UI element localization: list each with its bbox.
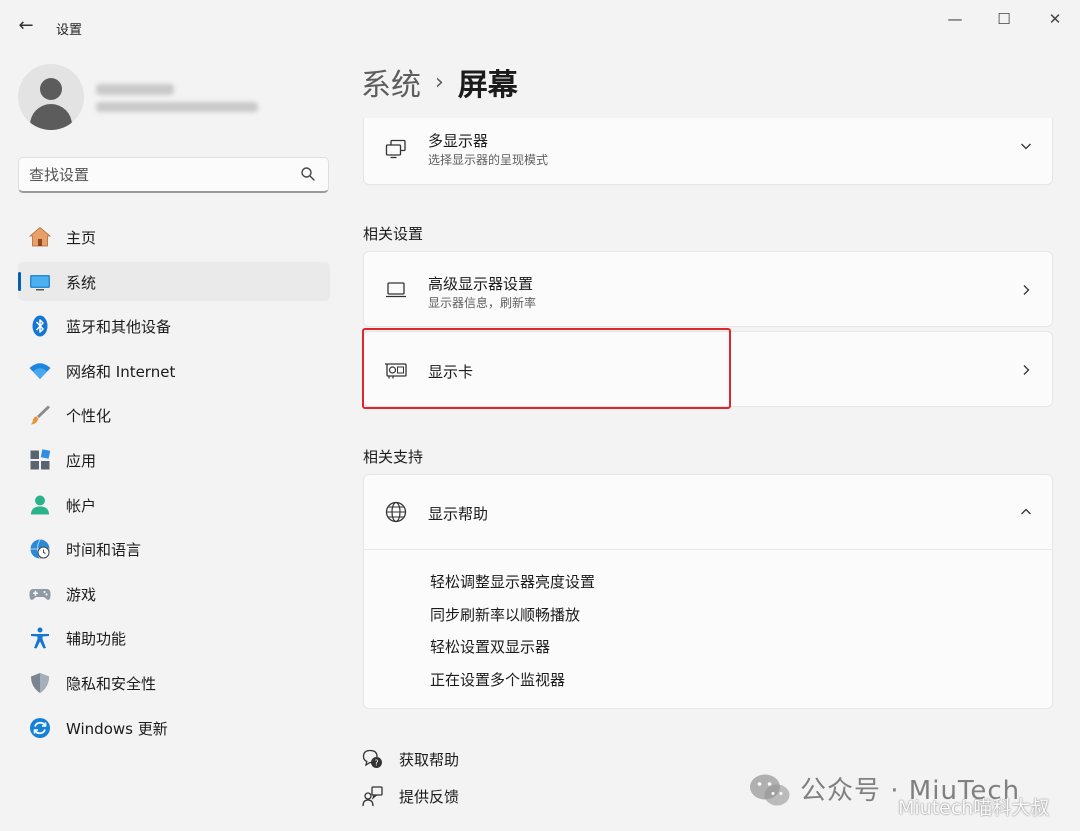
sidebar-item-home[interactable]: 主页 <box>18 217 330 256</box>
watermark-line2: Miutech喵科大叔 <box>898 797 1050 819</box>
sidebar-item-accounts[interactable]: 帐户 <box>18 485 330 524</box>
shield-icon <box>31 672 49 693</box>
sidebar-item-label: 帐户 <box>66 496 97 515</box>
divider <box>363 549 1053 550</box>
help-chat-icon: ? <box>362 749 382 768</box>
chevron-down-icon[interactable] <box>1018 138 1034 154</box>
sidebar-item-time-language[interactable]: 时间和语言 <box>18 529 330 568</box>
feedback-label: 提供反馈 <box>399 788 460 806</box>
chevron-right-icon[interactable] <box>1018 282 1034 298</box>
blurred-user-email <box>96 102 258 112</box>
related-support-heading: 相关支持 <box>363 448 424 466</box>
wifi-icon <box>29 363 51 379</box>
multi-display-title: 多显示器 <box>428 132 489 150</box>
laptop-icon <box>386 282 406 298</box>
sidebar-item-label: 网络和 Internet <box>66 362 176 381</box>
sidebar-item-label: 个性化 <box>66 407 112 426</box>
multi-display-card[interactable]: 多显示器 选择显示器的呈现模式 <box>363 118 1053 185</box>
advanced-display-title: 高级显示器设置 <box>428 275 534 293</box>
sidebar-item-label: 游戏 <box>66 585 97 604</box>
wechat-icon <box>750 774 790 806</box>
breadcrumb-parent[interactable]: 系统 <box>361 68 421 103</box>
highlight-box <box>362 328 731 409</box>
sidebar-item-label: 辅助功能 <box>66 630 127 649</box>
maximize-icon: ☐ <box>997 10 1011 28</box>
close-icon: ✕ <box>1048 10 1062 28</box>
minimize-button[interactable]: — <box>938 6 972 32</box>
app-title: 设置 <box>56 23 83 38</box>
get-help-label: 获取帮助 <box>399 751 460 769</box>
close-button[interactable]: ✕ <box>1038 6 1072 32</box>
advanced-display-subtitle: 显示器信息，刷新率 <box>428 296 537 310</box>
search-icon[interactable] <box>300 166 316 182</box>
sidebar-item-privacy[interactable]: 隐私和安全性 <box>18 663 330 702</box>
avatar[interactable] <box>18 64 84 130</box>
search-input[interactable] <box>29 165 289 185</box>
sidebar-item-personalization[interactable]: 个性化 <box>18 395 330 434</box>
sidebar-item-label: 系统 <box>66 273 97 292</box>
windows-update-icon <box>30 717 50 738</box>
home-icon <box>28 226 52 247</box>
blurred-user-name <box>96 84 174 95</box>
sidebar-item-accessibility[interactable]: 辅助功能 <box>18 618 330 657</box>
accessibility-icon <box>31 627 49 649</box>
multi-display-subtitle: 选择显示器的呈现模式 <box>428 153 549 167</box>
sidebar-item-label: 应用 <box>66 451 97 470</box>
help-link-brightness[interactable]: 轻松调整显示器亮度设置 <box>430 570 595 603</box>
display-help-title: 显示帮助 <box>428 505 489 523</box>
related-settings-heading: 相关设置 <box>363 225 424 243</box>
help-link-multi-monitor[interactable]: 正在设置多个监视器 <box>430 668 595 701</box>
feedback-icon <box>362 786 383 807</box>
chevron-up-icon[interactable] <box>1018 504 1034 520</box>
back-arrow-icon: ← <box>18 15 34 36</box>
sidebar-item-windows-update[interactable]: Windows 更新 <box>18 708 330 747</box>
sidebar-item-network[interactable]: 网络和 Internet <box>18 351 330 390</box>
back-button[interactable]: ← <box>14 14 38 38</box>
help-links: 轻松调整显示器亮度设置 同步刷新率以顺畅播放 轻松设置双显示器 正在设置多个监视… <box>430 570 595 700</box>
sidebar-item-gaming[interactable]: 游戏 <box>18 574 330 613</box>
sidebar-nav: 主页 系统 蓝牙和其他设备 网络和 Internet 个性化 应用 帐户 时间和… <box>18 217 330 752</box>
watermark: 公众号 · MiuTech Miutech喵科大叔 <box>748 770 1078 830</box>
sidebar-item-label: 主页 <box>66 229 97 247</box>
sidebar-item-label: 时间和语言 <box>66 541 142 560</box>
account-icon <box>31 495 49 515</box>
search-box[interactable] <box>18 157 329 193</box>
help-link-refresh-rate[interactable]: 同步刷新率以顺畅播放 <box>430 603 595 636</box>
minimize-icon: — <box>947 10 963 28</box>
breadcrumb-separator: › <box>435 69 444 95</box>
maximize-button[interactable]: ☐ <box>987 6 1021 32</box>
sidebar-item-system[interactable]: 系统 <box>18 261 330 301</box>
gamepad-icon <box>29 588 51 600</box>
sidebar-item-label: Windows 更新 <box>66 719 168 738</box>
display-help-header[interactable]: 显示帮助 <box>364 475 1052 550</box>
page-title: 屏幕 <box>457 68 518 103</box>
svg-text:?: ? <box>374 759 378 768</box>
multi-monitor-icon <box>385 139 406 159</box>
sidebar-item-bluetooth[interactable]: 蓝牙和其他设备 <box>18 306 330 345</box>
system-display-icon <box>30 274 50 291</box>
bluetooth-icon <box>32 315 48 337</box>
brush-icon <box>31 405 50 425</box>
sidebar-item-apps[interactable]: 应用 <box>18 440 330 479</box>
breadcrumb: 系统 › 屏幕 <box>361 60 518 104</box>
help-link-dual-monitor[interactable]: 轻松设置双显示器 <box>430 635 595 668</box>
globe-icon <box>385 501 407 523</box>
title-bar: ← 设置 — ☐ ✕ <box>0 0 1080 40</box>
time-language-icon <box>30 539 50 559</box>
chevron-right-icon[interactable] <box>1018 362 1034 378</box>
sidebar-item-label: 蓝牙和其他设备 <box>66 318 172 337</box>
apps-icon <box>30 449 51 470</box>
sidebar-item-label: 隐私和安全性 <box>66 674 157 693</box>
advanced-display-card[interactable]: 高级显示器设置 显示器信息，刷新率 <box>363 251 1053 327</box>
